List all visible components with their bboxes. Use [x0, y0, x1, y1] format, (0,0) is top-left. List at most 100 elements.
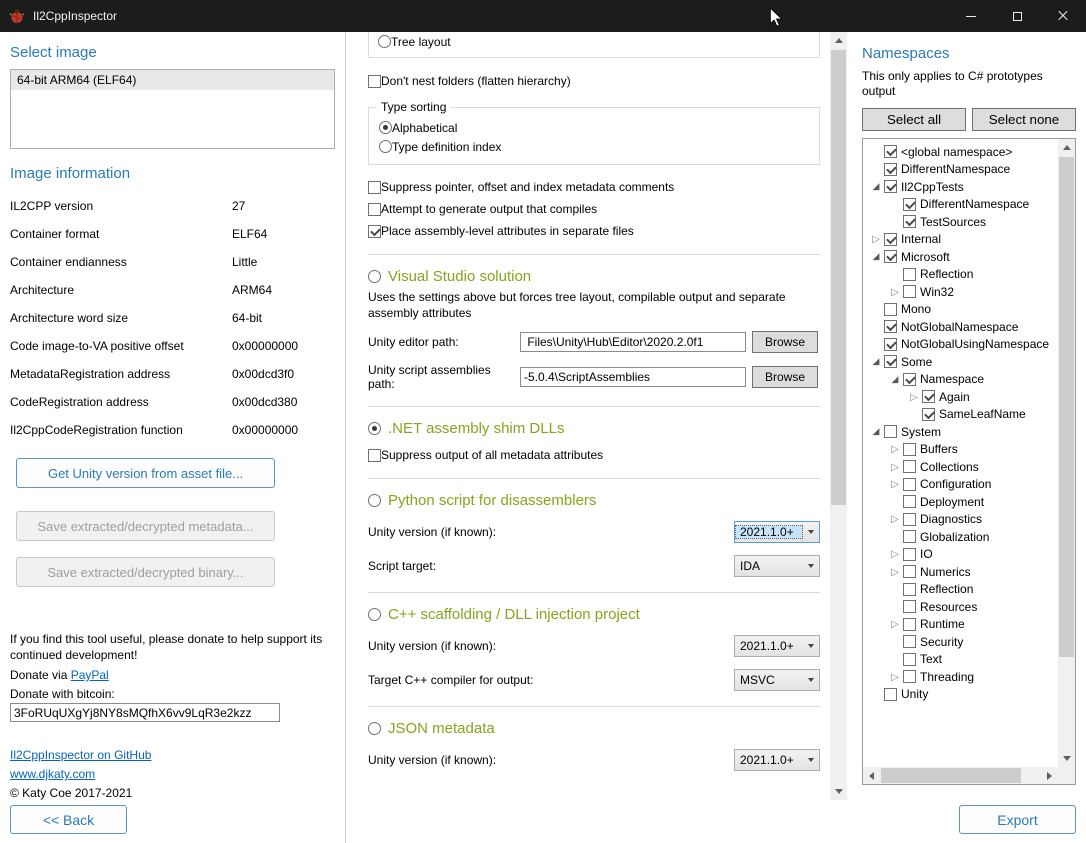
vs-solution-radio[interactable] — [368, 270, 381, 283]
tree-row[interactable]: Configuration — [866, 476, 1058, 494]
expander-icon[interactable] — [887, 285, 903, 299]
tree-row[interactable]: TestSources — [866, 213, 1058, 231]
tree-row[interactable]: DifferentNamespace — [866, 196, 1058, 214]
tree-row[interactable]: Runtime — [866, 616, 1058, 634]
tree-checkbox[interactable] — [884, 145, 897, 158]
browse-assemblies-path-button[interactable]: Browse — [752, 366, 818, 388]
tree-checkbox[interactable] — [903, 583, 916, 596]
script-target-select[interactable]: IDA — [734, 555, 820, 577]
tree-row[interactable]: Unity — [866, 686, 1058, 704]
expander-icon[interactable] — [906, 390, 922, 404]
expander-icon[interactable] — [868, 179, 884, 194]
back-button[interactable]: << Back — [10, 805, 127, 834]
tree-checkbox[interactable] — [884, 303, 897, 316]
tree-checkbox[interactable] — [884, 338, 897, 351]
tree-row[interactable]: Reflection — [866, 581, 1058, 599]
tree-row[interactable]: Resources — [866, 598, 1058, 616]
tree-checkbox[interactable] — [903, 653, 916, 666]
select-all-button[interactable]: Select all — [862, 108, 966, 131]
tree-row[interactable]: NotGlobalNamespace — [866, 318, 1058, 336]
shim-dlls-radio[interactable] — [368, 422, 381, 435]
tree-row[interactable]: Il2CppTests — [866, 178, 1058, 196]
paypal-link[interactable]: PayPal — [71, 668, 109, 682]
tree-row[interactable]: NotGlobalUsingNamespace — [866, 336, 1058, 354]
tree-checkbox[interactable] — [903, 215, 916, 228]
select-none-button[interactable]: Select none — [972, 108, 1076, 131]
python-unity-version-select[interactable]: 2021.1.0+ — [734, 521, 820, 543]
export-button[interactable]: Export — [959, 805, 1076, 834]
expander-icon[interactable] — [887, 372, 903, 387]
expander-icon[interactable] — [868, 249, 884, 264]
tree-row[interactable]: Buffers — [866, 441, 1058, 459]
bitcoin-address-field[interactable] — [10, 703, 280, 722]
expander-icon[interactable] — [887, 565, 903, 579]
website-link[interactable]: www.djkaty.com — [10, 767, 95, 781]
image-listbox[interactable]: 64-bit ARM64 (ELF64) — [10, 69, 335, 149]
cpp-scaffolding-radio[interactable] — [368, 608, 381, 621]
scroll-up-button[interactable] — [830, 32, 847, 49]
tree-checkbox[interactable] — [903, 478, 916, 491]
checkbox[interactable] — [368, 225, 381, 238]
cpp-compiler-select[interactable]: MSVC — [734, 669, 820, 691]
unity-editor-path-field[interactable] — [520, 332, 746, 352]
tree-row[interactable]: Text — [866, 651, 1058, 669]
expander-icon[interactable] — [887, 442, 903, 456]
minimize-button[interactable] — [948, 0, 994, 32]
radio-button[interactable] — [379, 121, 392, 134]
expander-icon[interactable] — [887, 617, 903, 631]
tree-checkbox[interactable] — [903, 268, 916, 281]
expander-icon[interactable] — [868, 232, 884, 246]
tree-checkbox[interactable] — [884, 688, 897, 701]
scrollbar-thumb[interactable] — [1059, 157, 1074, 657]
cpp-unity-version-select[interactable]: 2021.1.0+ — [734, 635, 820, 657]
tree-checkbox[interactable] — [903, 618, 916, 631]
suppress-metadata-attributes-row[interactable]: Suppress output of all metadata attribut… — [368, 447, 820, 463]
tree-row[interactable]: Numerics — [866, 563, 1058, 581]
tree-row[interactable]: Globalization — [866, 528, 1058, 546]
expander-icon[interactable] — [887, 460, 903, 474]
close-button[interactable] — [1040, 0, 1086, 32]
option-checkbox-row[interactable]: Place assembly-level attributes in separ… — [368, 223, 820, 239]
tree-checkbox[interactable] — [922, 390, 935, 403]
tree-checkbox[interactable] — [903, 530, 916, 543]
tree-vertical-scrollbar[interactable] — [1058, 139, 1075, 767]
expander-icon[interactable] — [887, 477, 903, 491]
tree-checkbox[interactable] — [884, 250, 897, 263]
tree-row[interactable]: Microsoft — [866, 248, 1058, 266]
type-sorting-option[interactable]: Alphabetical — [379, 118, 809, 137]
type-sorting-option[interactable]: Type definition index — [379, 137, 809, 156]
tree-row[interactable]: Deployment — [866, 493, 1058, 511]
tree-row[interactable]: Win32 — [866, 283, 1058, 301]
scrollbar-thumb[interactable] — [881, 768, 1021, 783]
expander-icon[interactable] — [887, 512, 903, 526]
option-checkbox-row[interactable]: Attempt to generate output that compiles — [368, 201, 820, 217]
scroll-left-button[interactable] — [863, 767, 880, 784]
tree-checkbox[interactable] — [884, 180, 897, 193]
tree-row[interactable]: Security — [866, 633, 1058, 651]
checkbox[interactable] — [368, 181, 381, 194]
tree-checkbox[interactable] — [903, 513, 916, 526]
tree-row[interactable]: Diagnostics — [866, 511, 1058, 529]
checkbox[interactable] — [368, 203, 381, 216]
github-link[interactable]: Il2CppInspector on GitHub — [10, 748, 151, 762]
scroll-down-button[interactable] — [830, 783, 847, 800]
expander-icon[interactable] — [868, 424, 884, 439]
flatten-hierarchy-checkbox-row[interactable]: Don't nest folders (flatten hierarchy) — [368, 73, 820, 89]
tree-row[interactable]: SameLeafName — [866, 406, 1058, 424]
tree-checkbox[interactable] — [884, 355, 897, 368]
tree-checkbox[interactable] — [903, 565, 916, 578]
scroll-up-button[interactable] — [1058, 139, 1075, 156]
expander-icon[interactable] — [887, 547, 903, 561]
tree-row[interactable]: Some — [866, 353, 1058, 371]
tree-checkbox[interactable] — [903, 495, 916, 508]
tree-row[interactable]: Reflection — [866, 266, 1058, 284]
tree-checkbox[interactable] — [922, 408, 935, 421]
radio-button[interactable] — [379, 140, 392, 153]
tree-row[interactable]: Mono — [866, 301, 1058, 319]
tree-checkbox[interactable] — [884, 233, 897, 246]
tree-row[interactable]: Collections — [866, 458, 1058, 476]
tree-checkbox[interactable] — [903, 548, 916, 561]
tree-row[interactable]: Internal — [866, 231, 1058, 249]
scroll-right-button[interactable] — [1041, 767, 1058, 784]
json-metadata-radio[interactable] — [368, 722, 381, 735]
